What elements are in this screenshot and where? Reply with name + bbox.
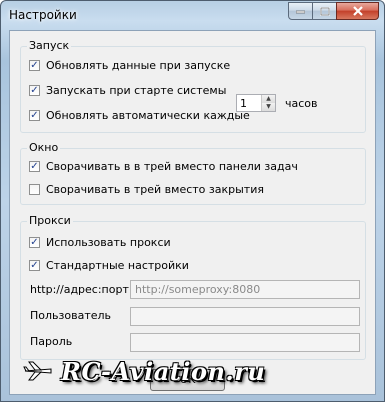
checkbox-box[interactable]: ✓ xyxy=(29,260,40,271)
checkbox-box[interactable] xyxy=(29,184,40,195)
proxy-address-label: http://адрес:порт xyxy=(30,283,129,296)
window-title: Настройки xyxy=(9,8,77,22)
checkbox-label: Стандартные настройки xyxy=(46,259,189,272)
checkbox-box[interactable]: ✓ xyxy=(29,60,40,71)
title-bar[interactable]: Настройки xyxy=(1,1,384,29)
startup-group: Запуск ✓ Обновлять данные при запуске ✓ … xyxy=(20,39,366,133)
window-group: Окно ✓ Сворачивать в в трей вместо панел… xyxy=(20,141,366,205)
minimize-button[interactable] xyxy=(288,2,313,20)
close-button[interactable] xyxy=(336,2,379,20)
check-mark-icon: ✓ xyxy=(30,59,39,71)
checkbox-label: Обновлять данные при запуске xyxy=(46,59,231,72)
window-group-title: Окно xyxy=(27,141,61,154)
watermark-text: RC-Aviation.ru xyxy=(61,356,266,386)
settings-window: Настройки Запуск ✓ Обновлять данные при … xyxy=(0,0,385,402)
minimize-to-tray-checkbox[interactable]: ✓ Сворачивать в в трей вместо панели зад… xyxy=(29,160,298,173)
use-proxy-checkbox[interactable]: ✓ Использовать прокси xyxy=(29,236,171,249)
checkbox-label: Запускать при старте системы xyxy=(46,84,227,97)
auto-update-checkbox[interactable]: ✓ Обновлять автоматически каждые xyxy=(29,109,250,122)
close-to-tray-checkbox[interactable]: Сворачивать в трей вместо закрытия xyxy=(29,183,264,196)
checkbox-label: Использовать прокси xyxy=(46,236,171,249)
proxy-group: Прокси ✓ Использовать прокси ✓ Стандартн… xyxy=(20,214,366,360)
minimize-icon xyxy=(296,10,305,14)
interval-value[interactable]: 1 xyxy=(240,97,247,110)
update-on-start-checkbox[interactable]: ✓ Обновлять данные при запуске xyxy=(29,59,230,72)
check-mark-icon: ✓ xyxy=(30,84,39,96)
check-mark-icon: ✓ xyxy=(30,109,39,121)
watermark: RC-Aviation.ru xyxy=(23,351,265,391)
spinner-arrows: ▲ ▼ xyxy=(261,95,275,111)
maximize-button[interactable] xyxy=(312,2,337,20)
maximize-icon xyxy=(319,6,330,16)
password-field[interactable] xyxy=(130,333,360,352)
proxy-address-field[interactable]: http://someproxy:8080 xyxy=(130,280,360,299)
check-mark-icon: ✓ xyxy=(30,259,39,271)
checkbox-label: Сворачивать в в трей вместо панели задач xyxy=(46,160,298,173)
startup-group-title: Запуск xyxy=(27,39,72,52)
password-label: Пароль xyxy=(30,335,73,348)
spin-down-icon[interactable]: ▼ xyxy=(262,103,275,111)
checkbox-box[interactable]: ✓ xyxy=(29,237,40,248)
interval-unit: часов xyxy=(285,97,318,110)
check-mark-icon: ✓ xyxy=(30,236,39,248)
close-icon xyxy=(352,6,363,16)
username-field[interactable] xyxy=(130,307,360,326)
interval-spinner[interactable]: 1 ▲ ▼ xyxy=(236,94,276,112)
check-mark-icon: ✓ xyxy=(30,160,39,172)
airplane-icon xyxy=(23,361,52,381)
spin-up-icon[interactable]: ▲ xyxy=(262,95,275,103)
checkbox-box[interactable]: ✓ xyxy=(29,85,40,96)
checkbox-box[interactable]: ✓ xyxy=(29,110,40,121)
checkbox-label: Сворачивать в трей вместо закрытия xyxy=(46,183,264,196)
checkbox-label: Обновлять автоматически каждые xyxy=(46,109,250,122)
proxy-group-title: Прокси xyxy=(27,214,73,227)
username-label: Пользователь xyxy=(30,309,112,322)
dialog-client-area: Запуск ✓ Обновлять данные при запуске ✓ … xyxy=(9,30,376,395)
run-on-startup-checkbox[interactable]: ✓ Запускать при старте системы xyxy=(29,84,226,97)
checkbox-box[interactable]: ✓ xyxy=(29,161,40,172)
default-settings-checkbox[interactable]: ✓ Стандартные настройки xyxy=(29,259,189,272)
